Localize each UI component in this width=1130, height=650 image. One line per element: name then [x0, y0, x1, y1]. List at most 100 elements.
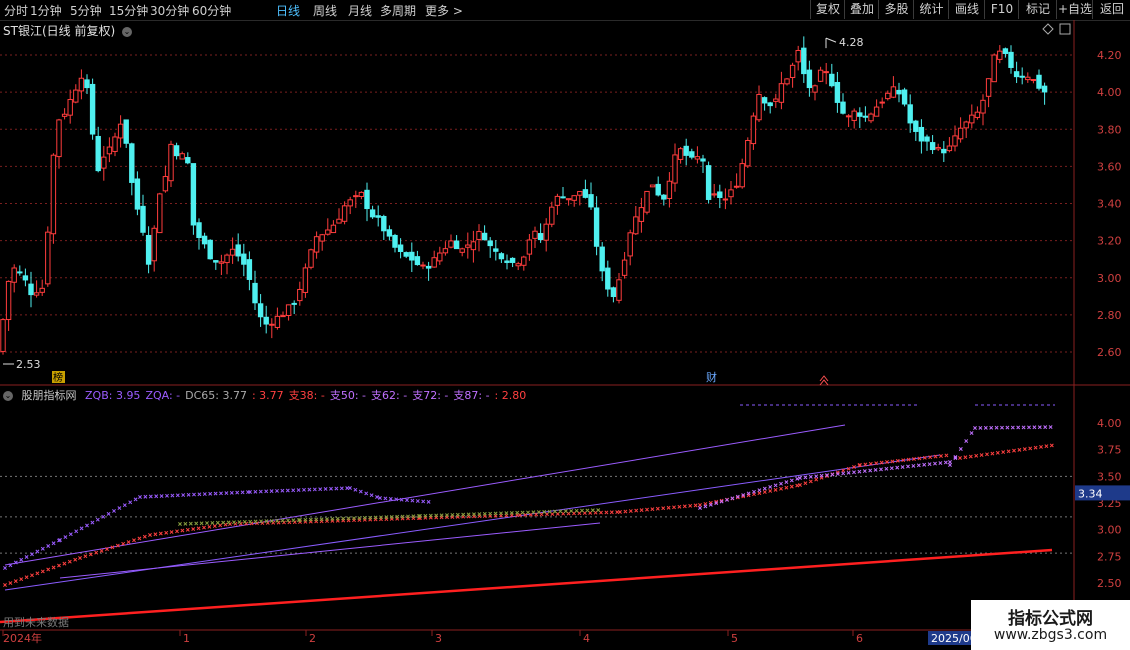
toolbar-button-6[interactable]: 标记 — [1018, 0, 1057, 19]
x-marker — [298, 520, 302, 524]
chevron-down-icon[interactable]: ⌄ — [3, 391, 13, 401]
period-tab-9[interactable]: 多周期 — [380, 2, 416, 19]
x-marker — [416, 516, 421, 520]
candle-body — [431, 257, 437, 268]
x-marker — [585, 508, 590, 513]
x-marker — [752, 489, 756, 494]
x-marker — [197, 492, 202, 497]
x-marker — [445, 513, 449, 518]
toolbar-button-0[interactable]: 复权 — [810, 0, 845, 19]
candle-body — [162, 176, 169, 192]
x-marker — [773, 487, 778, 492]
candle-body — [924, 136, 930, 142]
period-tab-0[interactable]: 分时 — [4, 2, 28, 19]
period-tab-10[interactable]: 更多 > — [425, 2, 463, 19]
toolbar-button-7[interactable]: +自选 — [1056, 0, 1093, 19]
x-marker — [8, 563, 13, 568]
x-marker — [238, 521, 243, 526]
x-marker — [276, 520, 281, 525]
x-marker — [232, 520, 236, 525]
candle-body — [526, 239, 533, 255]
x-marker — [539, 512, 544, 517]
x-marker — [434, 515, 439, 520]
x-marker — [335, 516, 340, 521]
x-marker — [682, 504, 687, 509]
x-marker — [325, 519, 329, 524]
x-marker — [666, 505, 671, 510]
period-tab-1[interactable]: 1分钟 — [30, 2, 62, 19]
x-marker — [196, 526, 201, 531]
toolbar-button-4[interactable]: 画线 — [948, 0, 985, 19]
period-tab-4[interactable]: 30分钟 — [150, 2, 189, 19]
x-marker — [228, 522, 232, 526]
x-marker — [287, 520, 292, 525]
period-tab-6[interactable]: 日线 — [276, 2, 300, 19]
toolbar-button-2[interactable]: 多股 — [878, 0, 914, 19]
x-marker — [969, 431, 974, 435]
candle-body — [5, 280, 12, 321]
x-marker — [561, 511, 566, 516]
x-marker — [373, 515, 378, 520]
period-tab-7[interactable]: 周线 — [313, 2, 337, 19]
x-marker — [927, 462, 932, 467]
support-x-series-red — [958, 443, 1054, 460]
x-marker — [352, 516, 356, 521]
high-marker-arrow — [825, 37, 837, 43]
x-marker — [757, 491, 762, 496]
candle-body — [313, 236, 320, 253]
x-marker — [1044, 444, 1049, 449]
x-marker — [499, 513, 503, 518]
candle-body — [969, 114, 975, 124]
toolbar-button-5[interactable]: F10 — [984, 0, 1019, 19]
x-marker — [205, 521, 209, 526]
candle-body — [929, 142, 936, 151]
candlestick-chart[interactable]: 4.20 4.00 3.80 3.60 3.40 3.20 3.00 2.80 2.60 4.28… — [0, 0, 1130, 650]
candle-body — [885, 92, 891, 100]
x-marker — [399, 497, 404, 502]
candle-body — [1008, 51, 1014, 68]
x-marker — [916, 463, 921, 468]
future-data-note: 用到未来数据 — [3, 615, 69, 629]
x-marker — [298, 518, 302, 522]
x-marker — [68, 532, 73, 537]
x-marker — [789, 478, 794, 483]
watermark: 指标公式网 www.zbgs3.com — [971, 600, 1130, 650]
x-marker — [558, 509, 563, 514]
x-marker — [868, 461, 873, 466]
toolbar-button-1[interactable]: 叠加 — [844, 0, 879, 19]
x-marker — [515, 513, 520, 518]
x-marker — [964, 439, 969, 443]
candle-body — [375, 215, 381, 218]
x-marker — [24, 575, 29, 580]
period-tab-5[interactable]: 60分钟 — [192, 2, 231, 19]
x-marker — [1016, 425, 1021, 430]
candle-body — [409, 251, 415, 261]
x-marker — [74, 529, 79, 534]
toolbar-button-3[interactable]: 统计 — [913, 0, 949, 19]
x-marker — [944, 453, 949, 458]
period-tab-8[interactable]: 月线 — [348, 2, 372, 19]
x-marker — [335, 518, 340, 523]
x-marker — [520, 510, 525, 515]
x-marker — [1022, 447, 1027, 452]
chevron-down-icon[interactable]: ⌄ — [121, 26, 132, 37]
candle-body — [17, 271, 23, 274]
candle-body — [733, 185, 740, 188]
candle-body — [358, 191, 365, 197]
x-marker — [580, 508, 584, 513]
x-marker — [3, 566, 7, 570]
x-marker — [939, 454, 943, 458]
candle-body — [78, 77, 85, 92]
period-tab-2[interactable]: 5分钟 — [70, 2, 102, 19]
toolbar-button-8[interactable]: 返回 — [1092, 0, 1130, 19]
x-marker — [269, 518, 274, 523]
x-marker — [246, 490, 250, 495]
x-marker — [154, 494, 159, 499]
period-tab-3[interactable]: 15分钟 — [109, 2, 148, 19]
event-marker-rank-label: 榜 — [53, 371, 63, 384]
x-marker — [708, 502, 713, 507]
x-marker — [330, 518, 335, 523]
x-marker — [46, 567, 51, 572]
candle-body — [173, 145, 180, 157]
x-marker — [318, 487, 323, 492]
